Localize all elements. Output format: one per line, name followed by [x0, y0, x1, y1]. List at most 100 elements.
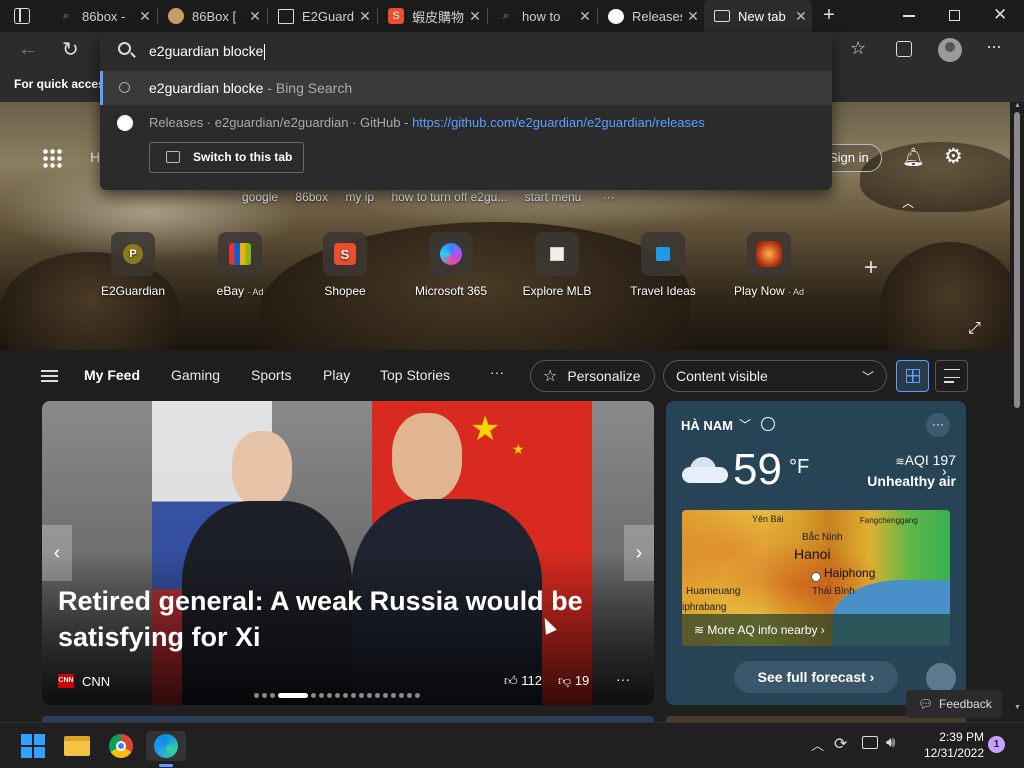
hamburger-menu-icon[interactable] [41, 370, 58, 382]
more-icon[interactable]: ··· [490, 364, 504, 380]
tab-shopee[interactable]: S 蝦皮購物 ✕ [378, 0, 486, 32]
chevron-down-icon: ﹀ [861, 369, 874, 384]
aqi-indicator[interactable]: ≋AQI 197 Unhealthy air [846, 451, 956, 491]
tab-strip: ⌕ 86box - ✕ 86Box [ ✕ E2Guard ✕ S 蝦皮購物 ✕… [0, 0, 1024, 32]
more-options-button[interactable]: ··· [926, 413, 950, 437]
new-tab-button[interactable]: + [818, 4, 840, 26]
quicklink-e2guardian[interactable]: P E2Guardian [93, 232, 173, 298]
feedback-button[interactable]: 💬︎ Feedback [906, 690, 1002, 718]
recent-search-item[interactable]: start menu [525, 190, 582, 204]
shopee-icon: S [388, 8, 404, 24]
tab-top-stories[interactable]: Top Stories [380, 367, 450, 383]
notifications-icon[interactable]: 🔔︎ [902, 147, 925, 168]
switch-to-tab-button[interactable]: Switch to this tab [149, 142, 304, 173]
tab-86box[interactable]: ⌕ 86box - ✕ [48, 0, 156, 32]
favorites-icon[interactable]: ☆ [850, 38, 866, 59]
file-explorer-button[interactable] [62, 731, 92, 761]
collections-icon[interactable] [896, 41, 912, 57]
add-quicklink-icon[interactable]: + [864, 254, 878, 282]
close-icon[interactable]: ✕ [244, 8, 266, 25]
shopee-icon: S [323, 232, 367, 276]
volume-icon[interactable]: 🔊︎ [886, 734, 895, 751]
close-icon[interactable]: ✕ [134, 8, 156, 25]
refresh-icon[interactable]: ↻ [62, 37, 79, 62]
weather-location[interactable]: HÀ NAM [681, 418, 733, 433]
location-icon[interactable] [761, 417, 775, 431]
close-icon[interactable]: ✕ [354, 8, 376, 25]
recent-search-item[interactable]: how to turn off e2gu... [391, 190, 507, 204]
more-aq-link[interactable]: ≋ More AQ info nearby › [682, 614, 950, 646]
weather-card[interactable]: HÀ NAM ﹀ ··· 59 °F ≋AQI 197 Unhealthy ai… [666, 401, 966, 705]
system-clock[interactable]: 2:39 PM 12/31/2022 [912, 729, 984, 761]
show-hidden-icons[interactable]: ︿ [811, 735, 824, 754]
tab-e2guardian[interactable]: E2Guard ✕ [268, 0, 376, 32]
close-icon[interactable]: ✕ [682, 8, 704, 25]
grid-layout-button[interactable] [896, 360, 929, 392]
sync-icon[interactable]: ⟳ [834, 734, 847, 754]
suggestion-open-tab[interactable]: Releases · e2guardian/e2guardian · GitHu… [100, 107, 832, 137]
recent-search-item[interactable]: 86box [295, 190, 328, 204]
sparkle-star-icon: ☆ [543, 368, 558, 385]
windows-start-button[interactable] [18, 731, 48, 761]
tab-gaming[interactable]: Gaming [171, 367, 220, 383]
back-icon[interactable]: ← [18, 38, 38, 61]
news-headline[interactable]: Retired general: A weak Russia would be … [58, 583, 598, 655]
edge-button[interactable] [146, 731, 186, 767]
map-label: Fangchenggang [860, 516, 918, 525]
edge-icon [154, 734, 178, 758]
tab-86box-forum[interactable]: 86Box [ ✕ [158, 0, 266, 32]
suggestion-search[interactable]: e2guardian blocke - Bing Search [100, 71, 832, 105]
quicklink-travel-ideas[interactable]: Travel Ideas [623, 232, 703, 298]
close-window-button[interactable]: ✕ [993, 5, 1007, 25]
minimize-button[interactable] [903, 15, 915, 17]
close-icon[interactable]: ✕ [790, 8, 812, 25]
map-label: Bắc Ninh [802, 532, 843, 543]
like-button[interactable]: 👍︎ 112 [504, 673, 542, 689]
close-icon[interactable]: ✕ [574, 8, 596, 25]
more-menu-icon[interactable]: ··· [986, 36, 1002, 57]
see-full-forecast-button[interactable]: See full forecast › [734, 661, 898, 693]
news-card[interactable]: ★ ★ ‹ › Retired general: A weak Russia w… [42, 401, 654, 705]
address-bar-dropdown: e2guardian blocke e2guardian blocke - Bi… [100, 33, 832, 190]
air-quality-map[interactable]: Yên Bái Fangchenggang Bắc Ninh Hanoi Hai… [682, 510, 950, 646]
profile-avatar[interactable] [938, 38, 962, 62]
personalize-button[interactable]: ☆ Personalize [530, 360, 655, 392]
dislike-button[interactable]: 👎︎ 19 [558, 673, 589, 689]
restore-button[interactable] [949, 10, 960, 21]
tab-actions-icon[interactable] [14, 8, 30, 24]
carousel-next-button[interactable]: › [624, 525, 654, 581]
network-icon[interactable] [862, 736, 878, 749]
tab-play[interactable]: Play [323, 367, 350, 383]
tab-how-to[interactable]: ⌕ how to ✕ [488, 0, 596, 32]
more-icon[interactable]: ··· [603, 190, 615, 204]
close-icon[interactable]: ✕ [464, 8, 486, 25]
tab-my-feed[interactable]: My Feed [84, 367, 140, 383]
tab-new-tab[interactable]: New tab ✕ [704, 0, 812, 32]
tab-releases[interactable]: Releases ✕ [598, 0, 704, 32]
quicklink-shopee[interactable]: S Shopee [305, 232, 385, 298]
collapse-icon[interactable]: ︿ [902, 194, 914, 211]
content-visibility-select[interactable]: Content visible ﹀ [663, 360, 887, 392]
weather-avatar[interactable] [926, 663, 956, 693]
expand-icon[interactable]: ⤢ [968, 320, 981, 338]
recent-search-item[interactable]: my ip [345, 190, 374, 204]
github-icon [608, 8, 624, 24]
notification-badge[interactable]: 1 [988, 736, 1005, 753]
broken-image-icon [535, 232, 579, 276]
apps-grid-icon[interactable] [42, 148, 62, 168]
quicklink-explore-mlb[interactable]: Explore MLB [517, 232, 597, 298]
more-options-icon[interactable]: ··· [616, 671, 630, 687]
settings-icon[interactable]: ⚙ [944, 144, 963, 169]
scrollbar[interactable]: ▲ ▼ [1010, 102, 1024, 722]
recent-search-item[interactable]: google [242, 190, 278, 204]
scrollbar-thumb[interactable] [1014, 112, 1020, 408]
list-layout-button[interactable] [935, 360, 968, 392]
tab-sports[interactable]: Sports [251, 367, 291, 383]
carousel-prev-button[interactable]: ‹ [42, 525, 72, 581]
quicklink-ebay[interactable]: eBay · Ad [200, 232, 280, 298]
address-input[interactable]: e2guardian blocke [149, 43, 266, 61]
chrome-button[interactable] [106, 731, 136, 761]
quicklink-microsoft-365[interactable]: Microsoft 365 [411, 232, 491, 298]
quicklink-play-now[interactable]: Play Now · Ad [729, 232, 809, 298]
chevron-down-icon[interactable]: ﹀ [739, 416, 751, 433]
